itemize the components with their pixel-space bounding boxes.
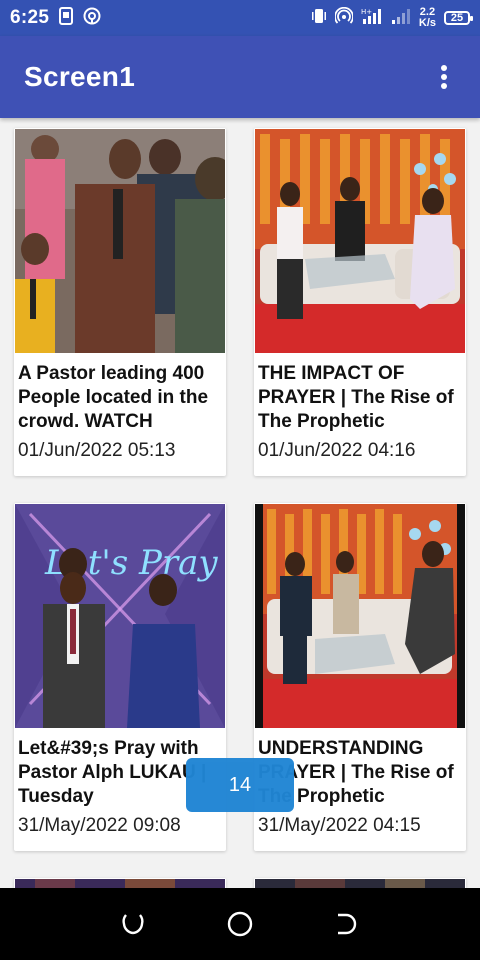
video-thumbnail[interactable]: Let's Pray [15, 504, 225, 728]
video-date: 01/Jun/2022 05:13 [18, 440, 176, 461]
video-date: 31/May/2022 04:15 [258, 815, 421, 836]
video-thumbnail[interactable] [255, 504, 465, 728]
app-bar: Screen1 [0, 36, 480, 118]
cast-icon [83, 7, 101, 30]
screen-title: Screen1 [24, 61, 136, 92]
network-speed: 2.2 K/s [418, 6, 436, 29]
signal-4g-icon: H+ [361, 7, 383, 30]
back-icon[interactable] [327, 904, 367, 944]
video-thumbnail[interactable] [255, 129, 465, 353]
battery-icon: 25 [444, 11, 473, 25]
home-icon[interactable] [220, 904, 260, 944]
page-indicator[interactable]: 14 [186, 758, 294, 812]
signal-bars-icon [391, 7, 411, 30]
vibrate-icon [311, 8, 327, 29]
hotspot-icon [333, 6, 354, 30]
system-nav-bar [0, 888, 480, 960]
more-vert-icon[interactable] [432, 61, 456, 93]
video-date: 01/Jun/2022 04:16 [258, 440, 416, 461]
status-time: 6:25 [10, 7, 50, 28]
video-card[interactable]: THE IMPACT OF PRAYER | The Rise of The P… [254, 128, 466, 476]
video-thumbnail[interactable] [15, 879, 225, 888]
video-title: THE IMPACT OF PRAYER | The Rise of The P… [258, 363, 454, 432]
sim-card-icon [59, 6, 74, 30]
video-card[interactable]: A Pastor leading 400 People located in t… [14, 128, 226, 476]
status-bar: 6:25 H+ 2.2 K/s 25 [0, 0, 480, 36]
recents-icon[interactable] [113, 904, 153, 944]
video-title: A Pastor leading 400 People located in t… [18, 363, 209, 432]
battery-level: 25 [450, 12, 464, 24]
video-thumbnail[interactable] [15, 129, 225, 353]
video-thumbnail[interactable] [255, 879, 465, 888]
video-card[interactable] [254, 878, 466, 888]
video-card[interactable] [14, 878, 226, 888]
svg-text:H+: H+ [361, 8, 372, 16]
video-date: 31/May/2022 09:08 [18, 815, 181, 836]
